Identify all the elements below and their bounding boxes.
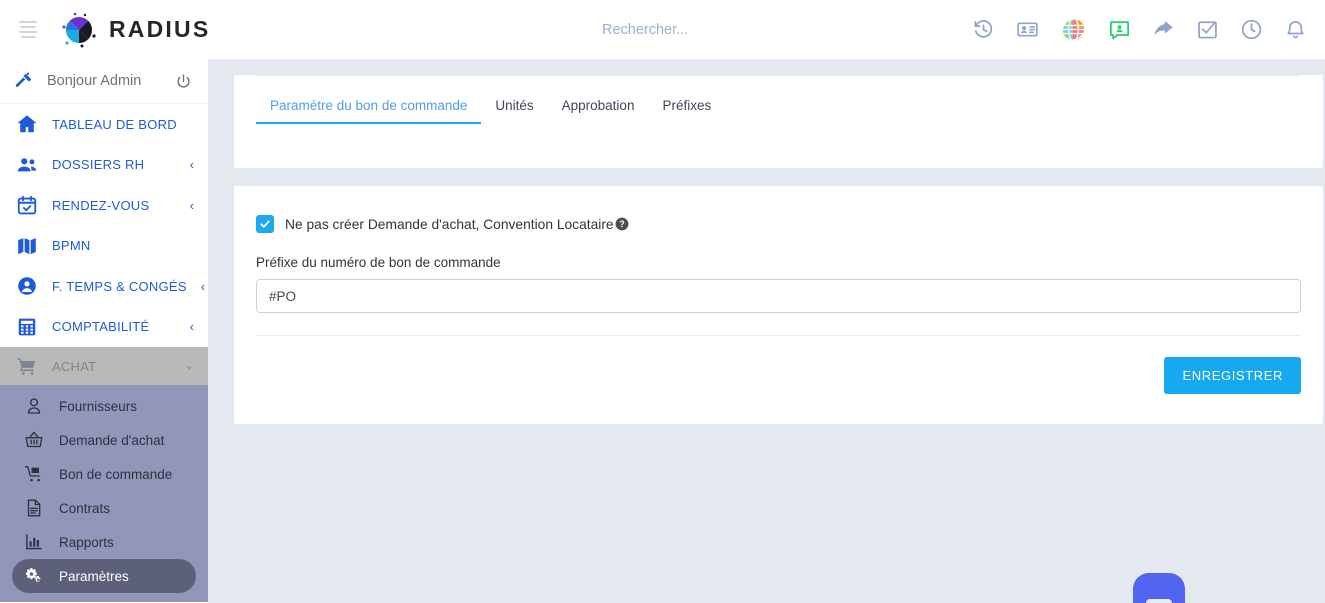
sidebar-item-chevron: ‹ <box>189 197 194 213</box>
sidebar-item-label: RENDEZ-VOUS <box>52 197 150 213</box>
tab-prefixes[interactable]: Préfixes <box>648 98 725 124</box>
gears-icon <box>25 568 41 582</box>
hamburger-icon[interactable] <box>0 0 56 59</box>
share-arrow-icon[interactable] <box>1152 18 1175 41</box>
sidebar-item-f-temps-conges[interactable]: F. TEMPS & CONGÉS ‹ <box>0 266 208 307</box>
sidebar-subitem-bon-de-commande[interactable]: Bon de commande <box>12 457 196 491</box>
sidebar-item-comptabilite[interactable]: COMPTABILITÉ ‹ <box>0 307 208 348</box>
sidebar-item-chevron: ‹ <box>189 157 194 173</box>
globe-colored-icon[interactable] <box>1060 16 1087 43</box>
top-bar-icons <box>972 0 1307 59</box>
radius-pinwheel-logo <box>62 12 96 47</box>
calendar-check-icon <box>17 196 37 215</box>
clock-icon[interactable] <box>1240 18 1263 41</box>
svg-text:?: ? <box>619 219 624 229</box>
sidebar-subitem-parametres[interactable]: Paramètres <box>12 559 196 593</box>
user-circle-icon <box>18 277 36 296</box>
task-checkbox-icon[interactable] <box>1196 18 1219 41</box>
contact-card-icon[interactable] <box>1016 18 1039 41</box>
user-outline-icon <box>27 398 41 414</box>
sidebar-submenu-achat: Fournisseurs Demande d'achat Bon de comm… <box>0 385 208 602</box>
map-icon <box>18 237 36 254</box>
calculator-icon <box>18 318 36 336</box>
sidebar-subitem-contrats[interactable]: Contrats <box>12 491 196 525</box>
chat-launcher-notch <box>1146 599 1172 603</box>
bell-icon[interactable] <box>1284 18 1307 41</box>
search-input[interactable] <box>540 21 830 38</box>
basket-icon <box>25 431 43 448</box>
sidebar-subitem-label: Bon de commande <box>59 466 173 482</box>
no-create-checkbox-label: Ne pas créer Demande d'achat, Convention… <box>285 217 629 232</box>
greeting-label: Bonjour Admin <box>47 73 142 89</box>
tab-approbation[interactable]: Approbation <box>548 98 649 124</box>
no-create-checkbox-row: Ne pas créer Demande d'achat, Convention… <box>256 206 1301 233</box>
sidebar-item-achat[interactable]: ACHAT ⌄ <box>0 347 208 385</box>
app-root: RADIUS Rechercher... Bonjour Admin TABLE… <box>0 0 1325 603</box>
sidebar-item-chevron: ⌄ <box>184 359 194 372</box>
brand[interactable]: RADIUS <box>59 10 210 50</box>
bar-chart-icon <box>26 534 42 550</box>
main-content: Paramétre du bon de commande Unités Appr… <box>208 59 1325 603</box>
top-bar: RADIUS <box>0 0 1325 59</box>
history-icon[interactable] <box>972 18 995 41</box>
home-icon <box>17 115 37 133</box>
help-circle-icon[interactable]: ? <box>615 217 629 231</box>
checkbox-label-text: Ne pas créer Demande d'achat, Convention… <box>285 216 614 232</box>
gavel-icon <box>15 71 32 87</box>
sidebar-subitem-label: Paramètres <box>59 568 129 584</box>
sidebar-subitem-label: Rapports <box>59 534 114 550</box>
prefix-field-label: Préfixe du numéro de bon de commande <box>256 255 501 270</box>
save-button[interactable]: ENREGISTRER <box>1164 357 1301 394</box>
greeting-row: Bonjour Admin <box>0 59 208 104</box>
sidebar: Bonjour Admin TABLEAU DE BORD DOSSIERS R… <box>0 59 208 603</box>
document-icon <box>27 499 41 517</box>
sidebar-item-label: TABLEAU DE BORD <box>52 116 177 132</box>
sidebar-subitem-rapports[interactable]: Rapports <box>12 525 196 559</box>
no-create-checkbox[interactable] <box>256 215 274 233</box>
sidebar-item-label: DOSSIERS RH <box>52 157 145 173</box>
sidebar-subitem-label: Fournisseurs <box>59 398 138 414</box>
sidebar-item-label: BPMN <box>52 238 91 254</box>
sidebar-subitem-demande-achat[interactable]: Demande d'achat <box>12 423 196 457</box>
form-actions: ENREGISTRER <box>256 336 1301 394</box>
search-container <box>540 0 830 59</box>
users-icon <box>17 157 37 172</box>
sidebar-subitem-label: Demande d'achat <box>59 432 165 448</box>
tab-bar: Paramétre du bon de commande Unités Appr… <box>256 75 1301 124</box>
sidebar-item-chevron: ‹ <box>200 278 206 294</box>
brand-name: RADIUS <box>109 16 211 42</box>
sidebar-item-label: ACHAT <box>52 358 97 374</box>
sidebar-item-label: F. TEMPS & CONGÉS <box>52 278 187 294</box>
chat-launcher-button[interactable] <box>1133 573 1185 603</box>
sidebar-subitem-label: Contrats <box>59 500 111 516</box>
sidebar-item-rendez-vous[interactable]: RENDEZ-VOUS ‹ <box>0 185 208 226</box>
tabs-card: Paramétre du bon de commande Unités Appr… <box>234 75 1323 168</box>
chat-user-icon[interactable] <box>1108 18 1131 41</box>
sidebar-item-bpmn[interactable]: BPMN <box>0 226 208 267</box>
tab-unites[interactable]: Unités <box>481 98 547 124</box>
check-icon <box>260 220 270 228</box>
tab-parametre-bon-de-commande[interactable]: Paramétre du bon de commande <box>256 98 482 124</box>
prefix-input[interactable] <box>256 279 1301 313</box>
sidebar-item-label: COMPTABILITÉ <box>52 319 150 335</box>
sidebar-subitem-fournisseurs[interactable]: Fournisseurs <box>12 389 196 423</box>
sidebar-item-chevron: ‹ <box>189 319 194 335</box>
sidebar-item-tableau-de-bord[interactable]: TABLEAU DE BORD <box>0 104 208 145</box>
sidebar-item-dossiers-rh[interactable]: DOSSIERS RH ‹ <box>0 145 208 186</box>
shopping-cart-icon <box>17 358 36 375</box>
power-icon[interactable] <box>175 73 192 90</box>
cart-flag-icon <box>24 466 41 482</box>
settings-form-card: Ne pas créer Demande d'achat, Convention… <box>234 186 1323 424</box>
